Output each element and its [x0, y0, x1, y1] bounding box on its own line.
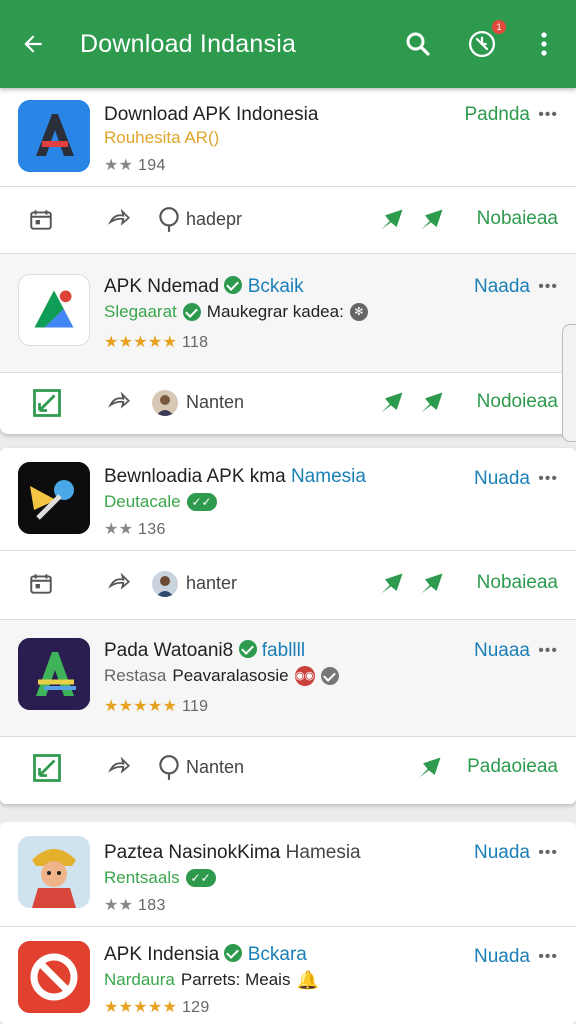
- list-item[interactable]: APK Ndemad Bckaik Slegaarat Maukegrar kad…: [0, 254, 576, 372]
- action-label[interactable]: Nanten: [186, 392, 244, 413]
- app-rating: ★★★★★ 119: [104, 698, 209, 715]
- avatar[interactable]: [150, 569, 180, 599]
- app-name: APK Ndemad Bckaik: [104, 276, 304, 297]
- app-rating: ★★★★★ 118: [104, 334, 209, 351]
- action-status[interactable]: Nobaieaa: [477, 572, 558, 594]
- share-arrow-icon[interactable]: [104, 753, 134, 783]
- send-icon[interactable]: [416, 754, 444, 782]
- share-arrow-icon[interactable]: [104, 388, 134, 418]
- app-name: Download APK Indonesia: [104, 104, 319, 125]
- action-row: Nanten Nodoieaa: [0, 373, 576, 434]
- list-item[interactable]: Paztea NasinokKima Hamesia Rentsaals ✓✓ ★…: [0, 822, 576, 926]
- app-action-link[interactable]: Padnda: [464, 104, 530, 126]
- calendar-icon[interactable]: [26, 205, 56, 235]
- action-status[interactable]: Nodoieaa: [477, 391, 558, 413]
- app-card-group-1: Download APK Indonesia Rouhesita AR() ★★…: [0, 88, 576, 434]
- app-icon: [18, 462, 90, 534]
- app-card-group-2: Bewnloadia APK kma Namesia Deutacale ✓✓ ★…: [0, 448, 576, 804]
- bell-icon: 🔔: [296, 970, 319, 990]
- app-action-link[interactable]: Nuada: [474, 842, 530, 864]
- app-card-group-3: Paztea NasinokKima Hamesia Rentsaals ✓✓ ★…: [0, 822, 576, 1024]
- send-icon[interactable]: [418, 206, 446, 234]
- emoji-icon: ◉◉: [294, 666, 315, 686]
- app-name: Bewnloadia APK kma Namesia: [104, 466, 366, 487]
- app-rating: ★★★★★ 129: [104, 999, 210, 1016]
- app-subtitle: Rentsaals ✓✓: [104, 868, 216, 888]
- app-subtitle: Nardaura Parrets: Meais 🔔: [104, 970, 319, 990]
- app-rating: ★★ 183: [104, 897, 166, 914]
- app-action-link[interactable]: Naada: [474, 276, 530, 298]
- overflow-menu-icon[interactable]: •••: [538, 470, 558, 488]
- app-name: Paztea NasinokKima Hamesia: [104, 842, 361, 863]
- app-subtitle: Deutacale ✓✓: [104, 492, 217, 512]
- app-subtitle: Restasa Peavaralasosie ◉◉: [104, 666, 339, 686]
- list-item[interactable]: Pada Watoani8 fabllll Restasa Peavaralaso…: [0, 620, 576, 736]
- send-icon[interactable]: [418, 389, 446, 417]
- app-icon: [18, 836, 90, 908]
- send-icon[interactable]: [378, 570, 406, 598]
- action-label[interactable]: hadерr: [186, 209, 242, 230]
- app-icon: [18, 274, 90, 346]
- action-label[interactable]: Nanten: [186, 757, 244, 778]
- more-vert-icon[interactable]: [526, 26, 562, 62]
- app-rating: ★★ 194: [104, 157, 166, 174]
- calendar-icon[interactable]: [26, 569, 56, 599]
- action-row: Nanten Padaoieaa: [0, 737, 576, 803]
- action-row: hanter Nobaieaa: [0, 551, 576, 619]
- send-icon[interactable]: [378, 389, 406, 417]
- gear-icon: ✻: [349, 303, 368, 321]
- overflow-menu-icon[interactable]: •••: [538, 278, 558, 296]
- list-item[interactable]: Bewnloadia APK kma Namesia Deutacale ✓✓ ★…: [0, 448, 576, 550]
- overflow-menu-icon[interactable]: •••: [538, 106, 558, 124]
- app-subtitle: Slegaarat Maukegrar kadea: ✻: [104, 302, 368, 322]
- send-icon[interactable]: [378, 206, 406, 234]
- back-arrow-icon[interactable]: [16, 27, 50, 61]
- app-bar: Download Indansia 1: [0, 0, 576, 88]
- app-subtitle: Rouhesita AR(): [104, 128, 220, 147]
- action-status[interactable]: Nobaieaa: [477, 208, 558, 230]
- side-scroll-handle[interactable]: [562, 324, 576, 442]
- app-name: Pada Watoani8 fabllll: [104, 640, 306, 661]
- app-rating: ★★ 136: [104, 521, 166, 538]
- no-clock-icon[interactable]: 1: [464, 20, 506, 62]
- overflow-menu-icon[interactable]: •••: [538, 642, 558, 660]
- share-arrow-icon[interactable]: [104, 205, 134, 235]
- edit-square-icon[interactable]: [32, 753, 62, 783]
- action-label[interactable]: hanter: [186, 573, 237, 594]
- list-item[interactable]: Download APK Indonesia Rouhesita AR() ★★…: [0, 88, 576, 186]
- app-icon: [18, 638, 90, 710]
- search-lens-icon[interactable]: [154, 753, 184, 783]
- share-arrow-icon[interactable]: [104, 569, 134, 599]
- search-icon[interactable]: [400, 26, 436, 62]
- avatar[interactable]: [150, 388, 180, 418]
- edit-square-icon[interactable]: [32, 388, 62, 418]
- action-row: hadерr Nobaieaa: [0, 187, 576, 253]
- app-action-link[interactable]: Nuada: [474, 946, 530, 968]
- overflow-menu-icon[interactable]: •••: [538, 948, 558, 966]
- search-lens-icon[interactable]: [154, 205, 184, 235]
- action-status[interactable]: Padaoieaa: [467, 756, 558, 778]
- notification-badge: 1: [492, 20, 506, 34]
- app-icon: [18, 100, 90, 172]
- overflow-menu-icon[interactable]: •••: [538, 844, 558, 862]
- send-icon[interactable]: [418, 570, 446, 598]
- list-item[interactable]: APK Indensia Bckara Nardaura Parrets: Mea…: [0, 927, 576, 1024]
- page-title: Download Indansia: [80, 29, 297, 58]
- app-icon: [18, 941, 90, 1013]
- app-name: APK Indensia Bckara: [104, 944, 307, 965]
- app-action-link[interactable]: Nuaaa: [474, 640, 530, 662]
- app-action-link[interactable]: Nuada: [474, 468, 530, 490]
